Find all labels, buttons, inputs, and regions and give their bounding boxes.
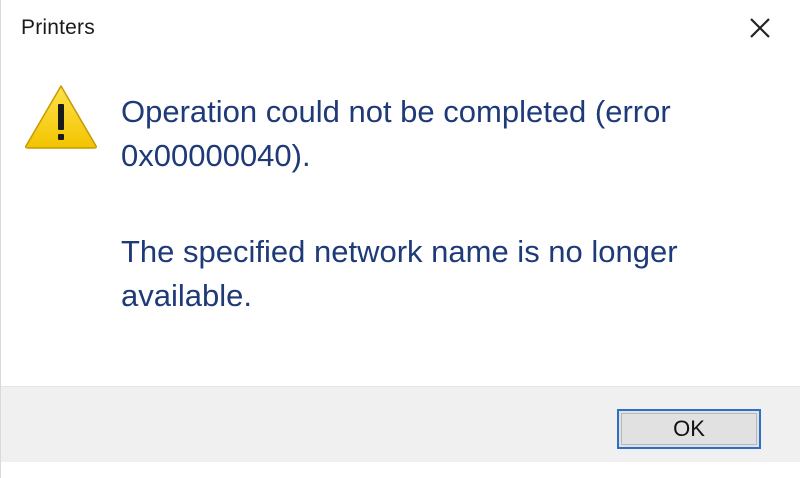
dialog-content: Operation could not be completed (error … (1, 60, 800, 386)
close-button[interactable] (737, 6, 783, 50)
error-dialog: Printers Operation could not be complete… (0, 0, 800, 478)
title-bar: Printers (1, 0, 800, 60)
error-message: Operation could not be completed (error … (121, 94, 671, 173)
ok-button[interactable]: OK (617, 409, 761, 449)
window-title: Printers (21, 16, 95, 39)
warning-icon (25, 85, 97, 149)
error-detail: The specified network name is no longer … (121, 234, 678, 313)
bottom-edge (1, 462, 800, 478)
button-bar: OK (1, 386, 800, 463)
close-icon (750, 18, 770, 38)
